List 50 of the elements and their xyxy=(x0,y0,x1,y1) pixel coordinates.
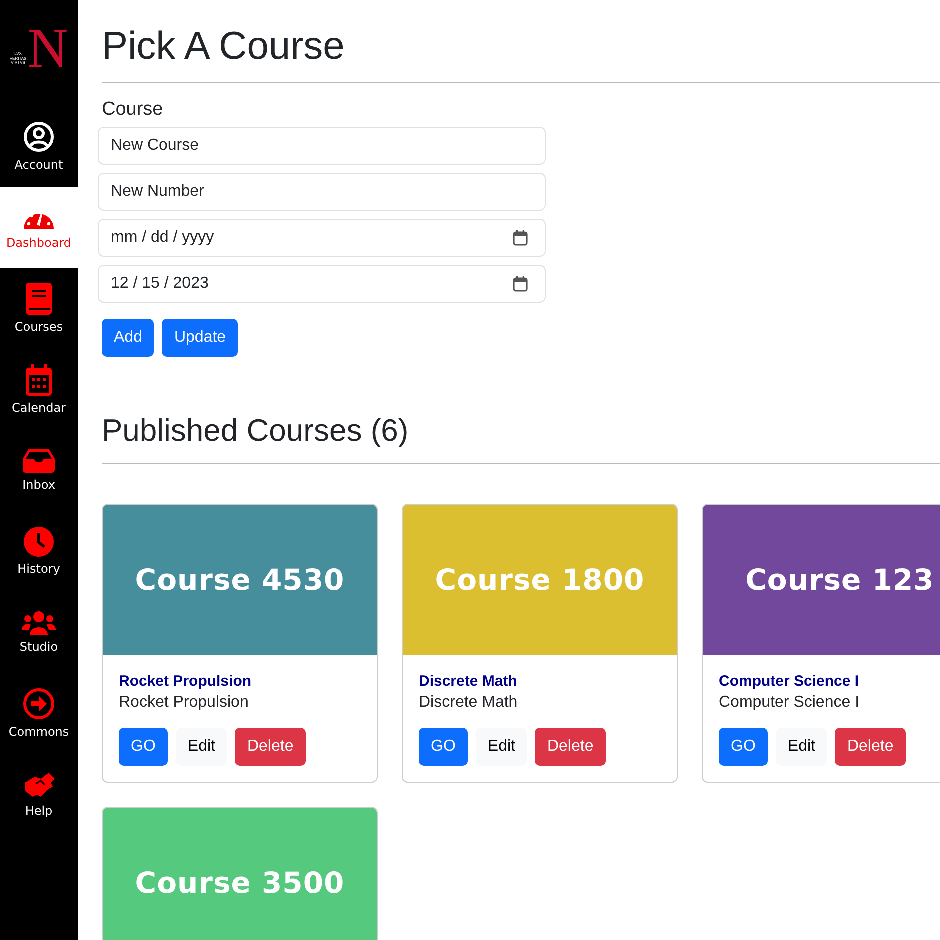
course-subtitle: Computer Science I xyxy=(719,694,861,712)
people-icon xyxy=(22,611,56,635)
clock-icon xyxy=(24,527,54,557)
course-card[interactable]: Course 1800 Discrete Math Discrete Math GO Edit Delete xyxy=(402,504,678,783)
edit-button[interactable]: Edit xyxy=(176,728,228,766)
course-title[interactable]: Rocket Propulsion xyxy=(119,673,361,690)
edit-button[interactable]: Edit xyxy=(476,728,528,766)
input-field[interactable]: New Number xyxy=(98,173,546,211)
delete-button[interactable]: Delete xyxy=(535,728,606,766)
course-label: Course xyxy=(102,99,164,121)
go-button[interactable]: GO xyxy=(119,728,168,766)
section-heading: Published Courses (6) xyxy=(102,412,410,450)
date-field[interactable]: 12 / 15 / 2023 xyxy=(98,265,546,303)
delete-button[interactable]: Delete xyxy=(835,728,906,766)
sidebar-item[interactable]: History xyxy=(0,511,78,592)
add-button[interactable]: Add xyxy=(102,319,154,357)
edit-button[interactable]: Edit xyxy=(776,728,828,766)
course-banner: Course 123 xyxy=(703,505,940,655)
handshake-icon xyxy=(23,771,55,799)
go-button[interactable]: GO xyxy=(419,728,468,766)
book-icon xyxy=(25,283,53,315)
course-title[interactable]: Discrete Math xyxy=(419,673,661,690)
course-banner: Course 4530 xyxy=(103,505,377,655)
page-title: Pick A Course xyxy=(102,24,346,70)
sidebar-item[interactable]: Courses xyxy=(0,268,78,349)
update-button[interactable]: Update xyxy=(162,319,238,357)
calendar-icon[interactable] xyxy=(513,276,528,292)
sidebar-item[interactable]: Dashboard xyxy=(0,187,78,268)
go-button[interactable]: GO xyxy=(719,728,768,766)
calendar-icon[interactable] xyxy=(513,230,528,246)
course-subtitle: Discrete Math xyxy=(419,694,519,712)
course-banner: Course 1800 xyxy=(403,505,677,655)
arrow-circle-icon xyxy=(23,688,55,720)
course-subtitle: Rocket Propulsion xyxy=(119,694,250,712)
delete-button[interactable]: Delete xyxy=(235,728,306,766)
inbox-icon xyxy=(23,449,55,473)
sidebar-item[interactable]: Inbox xyxy=(0,430,78,511)
sidebar-item[interactable]: Calendar xyxy=(0,349,78,430)
logo-letter[interactable]: N xyxy=(28,24,68,74)
calendar-icon xyxy=(25,364,53,396)
date-field[interactable]: mm / dd / yyyy xyxy=(98,219,546,257)
sidebar-item[interactable]: Commons xyxy=(0,673,78,754)
course-title[interactable]: Computer Science I xyxy=(719,673,940,690)
course-card[interactable]: Course 4530 Rocket Propulsion Rocket Propulsion GO Edit Delete xyxy=(102,504,378,783)
course-card[interactable]: Course 123 Computer Science I Computer Science I GO Edit Delete xyxy=(702,504,940,783)
sidebar-item[interactable]: Help xyxy=(0,754,78,835)
account-icon xyxy=(23,121,55,153)
sidebar-item[interactable]: Account xyxy=(0,106,78,187)
sidebar-item[interactable]: Studio xyxy=(0,592,78,673)
input-field[interactable]: New Course xyxy=(98,127,546,165)
